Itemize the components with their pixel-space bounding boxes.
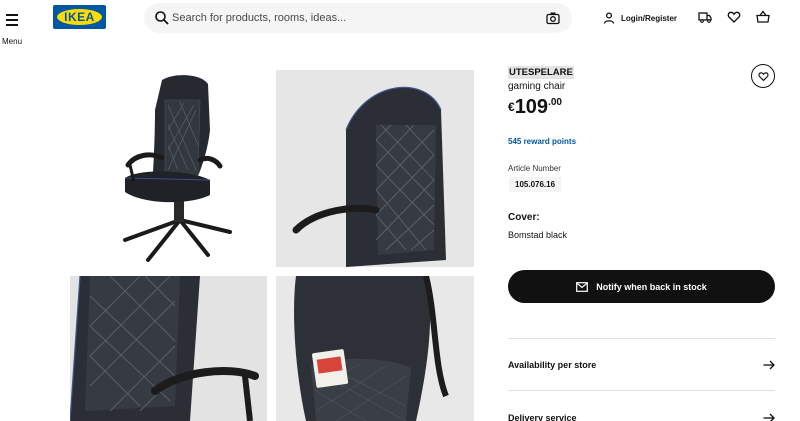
user-icon xyxy=(603,12,615,24)
availability-label: Availability per store xyxy=(508,360,597,370)
login-label: Login/Register xyxy=(621,13,678,23)
product-type: gaming chair xyxy=(508,81,566,92)
price-decimal: .00 xyxy=(548,97,562,108)
menu-label: Menu xyxy=(2,37,23,46)
product-price: € 109 .00 xyxy=(508,96,562,119)
product-image-armrest[interactable] xyxy=(70,276,267,421)
notify-back-in-stock-button[interactable]: Notify when back in stock xyxy=(508,270,775,303)
product-image-front[interactable] xyxy=(70,70,267,267)
reward-points-link[interactable]: 545 reward points xyxy=(508,137,576,146)
arrow-right-icon xyxy=(763,413,775,421)
chair-armrest-illustration xyxy=(70,276,267,421)
heart-icon xyxy=(757,71,769,81)
article-number-value: 105.076.16 xyxy=(509,177,562,192)
search-icon xyxy=(155,11,169,25)
delivery-service-row[interactable]: Delivery service xyxy=(508,408,775,421)
camera-icon[interactable] xyxy=(546,11,560,25)
ikea-logo[interactable]: IKEA xyxy=(53,5,106,29)
cover-title: Cover: xyxy=(508,212,540,223)
envelope-icon xyxy=(576,281,589,292)
add-to-wishlist-button[interactable] xyxy=(751,64,775,88)
divider xyxy=(508,338,775,339)
truck-icon[interactable] xyxy=(698,10,712,24)
product-image-back-pocket[interactable] xyxy=(276,276,474,421)
arrow-right-icon xyxy=(763,360,775,370)
login-register-link[interactable]: Login/Register xyxy=(603,10,677,26)
notify-label: Notify when back in stock xyxy=(596,281,707,292)
chair-backrest-illustration xyxy=(276,70,474,267)
chair-front-illustration xyxy=(70,70,267,267)
cover-value: Bomstad black xyxy=(508,230,568,240)
heart-icon[interactable] xyxy=(727,10,741,24)
article-number-label: Article Number xyxy=(508,164,561,173)
basket-icon[interactable] xyxy=(756,10,770,24)
menu-button[interactable] xyxy=(4,14,20,29)
product-image-backrest[interactable] xyxy=(276,70,474,267)
price-integer: 109 xyxy=(514,96,549,118)
search-bar[interactable] xyxy=(144,3,572,33)
price-currency: € xyxy=(508,100,515,114)
delivery-label: Delivery service xyxy=(508,413,577,421)
chair-back-pocket-illustration xyxy=(276,276,474,421)
divider xyxy=(508,390,775,391)
menu-icon xyxy=(4,14,20,26)
availability-per-store-row[interactable]: Availability per store xyxy=(508,355,775,375)
product-name: UTESPELARE xyxy=(508,66,574,79)
search-input[interactable] xyxy=(172,8,532,28)
